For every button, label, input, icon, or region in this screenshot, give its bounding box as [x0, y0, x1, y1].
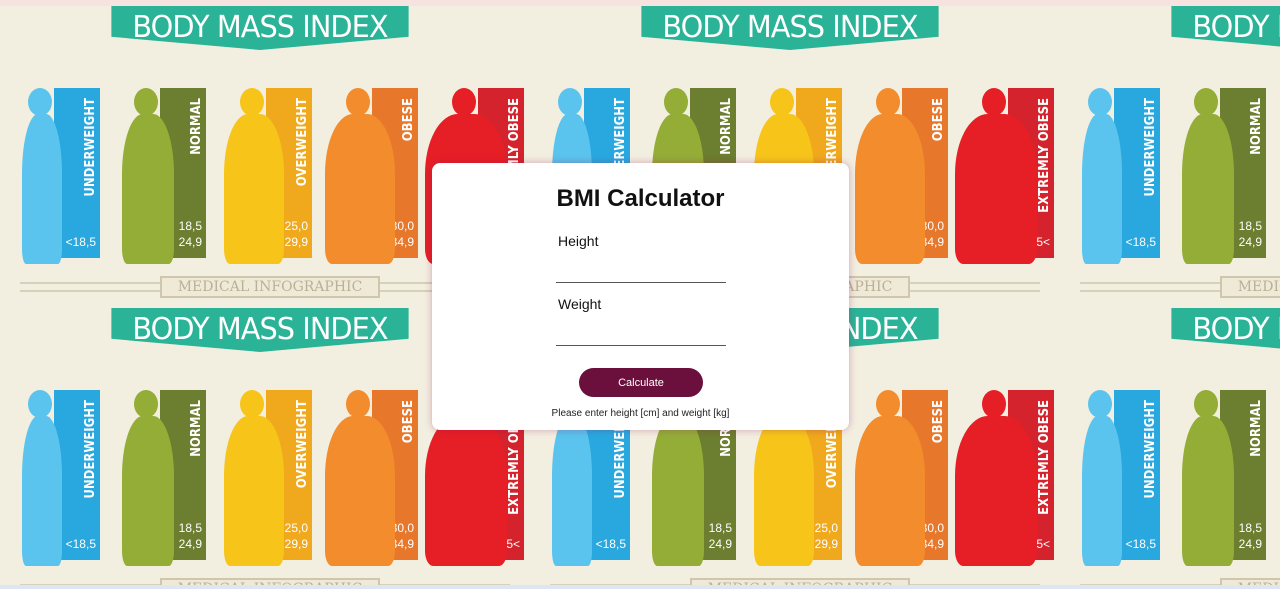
infographic-tile: BODY MASS INDEX MEDICAL INFOGRAPHIC UNDERW…	[1060, 308, 1280, 585]
bmi-range-label: 18,524,9	[708, 521, 732, 551]
body-silhouette-icon	[552, 416, 592, 566]
bmi-category-label: OBESE	[931, 400, 946, 444]
body-silhouette-icon	[325, 416, 395, 566]
bmi-calculator-card: BMI Calculator Height Weight Calculate P…	[432, 163, 849, 430]
bmi-range-label: 25,029,9	[814, 521, 838, 551]
body-silhouette-icon	[1082, 114, 1122, 264]
bmi-category-label: UNDERWEIGHT	[83, 400, 98, 499]
bmi-category-label: NORMAL	[189, 400, 204, 457]
body-silhouette-icon	[224, 416, 284, 566]
height-input[interactable]	[556, 259, 726, 283]
body-head-icon	[664, 88, 688, 116]
bmi-category-label: UNDERWEIGHT	[1143, 98, 1158, 197]
body-silhouette-icon	[1182, 416, 1234, 566]
bmi-category-label: OBESE	[401, 98, 416, 142]
bmi-range-label: <18,5	[1125, 235, 1156, 249]
calculate-button[interactable]: Calculate	[579, 368, 703, 397]
body-head-icon	[770, 88, 794, 116]
bmi-category-label: NORMAL	[719, 98, 734, 155]
bmi-category-label: OBESE	[401, 400, 416, 444]
body-head-icon	[28, 390, 52, 418]
body-silhouette-icon	[652, 416, 704, 566]
infographic-caption: MEDICAL INFOGRAPHIC	[160, 578, 380, 585]
body-head-icon	[134, 390, 158, 418]
body-head-icon	[876, 88, 900, 116]
bmi-range-label: 25,029,9	[284, 521, 308, 551]
body-silhouette-icon	[855, 114, 925, 264]
body-silhouette-icon	[224, 114, 284, 264]
body-silhouette-icon	[955, 416, 1037, 566]
height-label: Height	[558, 233, 599, 249]
body-silhouette-icon	[425, 416, 507, 566]
status-message: Please enter height [cm] and weight [kg]	[551, 408, 730, 419]
body-head-icon	[346, 88, 370, 116]
body-silhouette-icon	[22, 114, 62, 264]
bmi-banner: BODY MASS INDEX	[1171, 308, 1280, 352]
body-head-icon	[240, 88, 264, 116]
body-silhouette-icon	[1182, 114, 1234, 264]
body-silhouette-icon	[122, 416, 174, 566]
infographic-caption: MEDICAL INFOGRAPHIC	[160, 276, 380, 298]
body-silhouette-icon	[325, 114, 395, 264]
body-head-icon	[452, 88, 476, 116]
body-head-icon	[240, 390, 264, 418]
bmi-range-label: <18,5	[1125, 537, 1156, 551]
body-head-icon	[876, 390, 900, 418]
body-head-icon	[982, 88, 1006, 116]
infographic-tile: BODY MASS INDEX MEDICAL INFOGRAPHIC UNDERW…	[1060, 6, 1280, 306]
body-head-icon	[558, 88, 582, 116]
bmi-category-label: NORMAL	[189, 98, 204, 155]
body-head-icon	[28, 88, 52, 116]
bmi-range-label: <18,5	[65, 537, 96, 551]
infographic-caption: MEDICAL INFOGRAPHIC	[1220, 276, 1280, 298]
body-silhouette-icon	[855, 416, 925, 566]
body-silhouette-icon	[754, 416, 814, 566]
bmi-category-label: OVERWEIGHT	[295, 400, 310, 489]
page-title: BMI Calculator	[556, 185, 725, 212]
bmi-range-label: 25,029,9	[284, 219, 308, 249]
body-head-icon	[1194, 88, 1218, 116]
bmi-range-label: <18,5	[65, 235, 96, 249]
bmi-range-label: 18,524,9	[178, 219, 202, 249]
infographic-caption: MEDICAL INFOGRAPHIC	[690, 578, 910, 585]
bmi-banner: BODY MASS INDEX	[111, 6, 409, 50]
infographic-caption: MEDICAL INFOGRAPHIC	[1220, 578, 1280, 585]
bmi-banner: BODY MASS INDEX	[1171, 6, 1280, 50]
bmi-category-label: OBESE	[931, 98, 946, 142]
body-silhouette-icon	[955, 114, 1037, 264]
body-head-icon	[1088, 390, 1112, 418]
bmi-banner: BODY MASS INDEX	[641, 6, 939, 50]
weight-input[interactable]	[556, 322, 726, 346]
body-head-icon	[1194, 390, 1218, 418]
bmi-range-label: 18,524,9	[178, 521, 202, 551]
bmi-banner: BODY MASS INDEX	[111, 308, 409, 352]
bmi-category-label: OVERWEIGHT	[295, 98, 310, 187]
bmi-category-label: EXTREMLY OBESE	[1037, 98, 1052, 213]
body-silhouette-icon	[1082, 416, 1122, 566]
body-head-icon	[1088, 88, 1112, 116]
bmi-category-label: EXTREMLY OBESE	[1037, 400, 1052, 515]
bmi-category-label: UNDERWEIGHT	[1143, 400, 1158, 499]
bottom-border	[0, 585, 1280, 589]
bmi-category-label: NORMAL	[1249, 400, 1264, 457]
body-head-icon	[982, 390, 1006, 418]
body-head-icon	[346, 390, 370, 418]
bmi-category-label: UNDERWEIGHT	[83, 98, 98, 197]
body-silhouette-icon	[122, 114, 174, 264]
body-silhouette-icon	[22, 416, 62, 566]
body-head-icon	[134, 88, 158, 116]
bmi-category-label: NORMAL	[1249, 98, 1264, 155]
bmi-range-label: <18,5	[595, 537, 626, 551]
bmi-range-label: 18,524,9	[1238, 219, 1262, 249]
weight-label: Weight	[558, 296, 602, 312]
bmi-range-label: 18,524,9	[1238, 521, 1262, 551]
